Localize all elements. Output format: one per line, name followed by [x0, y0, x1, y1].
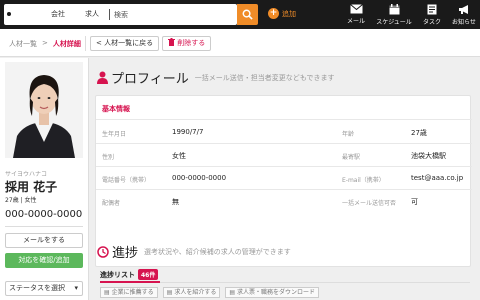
- nav-label: お知らせ: [452, 18, 476, 26]
- field-label: 年齢: [342, 131, 355, 138]
- add-label: 追加: [282, 9, 296, 18]
- tab-label: 進捗リスト: [100, 270, 135, 279]
- name-kana: サイヨウハナコ: [5, 171, 48, 178]
- task-icon: [427, 4, 437, 14]
- phone-number: 000-0000-0000: [5, 209, 83, 220]
- send-mail-button[interactable]: メールをする: [5, 233, 83, 248]
- progress-list-tab[interactable]: 進捗リスト 46件: [100, 269, 159, 280]
- candidate-summary: サイヨウハナコ 採用 花子 27歳 | 女性 000-0000-0000 メール…: [0, 58, 89, 300]
- divider: [5, 226, 83, 227]
- trash-icon: [168, 38, 175, 46]
- field-value: 女性: [172, 152, 186, 160]
- field-value: test@aaa.co.jp: [411, 174, 464, 182]
- field-label: 電話番号（携帯）: [102, 177, 151, 184]
- section-subtitle: 選考状況や、紹介候補の求人の管理ができます: [144, 247, 291, 256]
- divider: [85, 36, 86, 51]
- top-nav: メール スケジュール タスク お知らせ: [340, 0, 480, 29]
- filter-kyujin[interactable]: 求人: [72, 9, 99, 19]
- divider: [96, 143, 472, 144]
- confirm-add-button[interactable]: 対応を確認/追加: [5, 253, 83, 268]
- add-button[interactable]: + 追加: [268, 8, 296, 19]
- field-value: 池袋大橋駅: [411, 152, 446, 160]
- back-to-list-button[interactable]: < 人材一覧に戻る: [90, 36, 160, 51]
- main-content: プロフィール 一括メール送信・担当者変更などもできます 基本情報 生年月日 19…: [89, 58, 480, 300]
- field-value: 000-0000-0000: [172, 174, 227, 182]
- nav-label: メール: [346, 18, 365, 25]
- megaphone-icon: [459, 4, 468, 14]
- nav-task[interactable]: タスク: [416, 0, 448, 29]
- radio-icon: [4, 9, 14, 19]
- document-icon: ▤: [166, 289, 173, 296]
- radio-icon: [38, 9, 48, 19]
- action-label: 企業に推薦する: [111, 289, 154, 296]
- field-label: 最寄駅: [342, 154, 361, 161]
- action-label: 求人を紹介する: [174, 289, 217, 296]
- mail-icon: [349, 4, 363, 14]
- portrait-image: [5, 62, 83, 158]
- section-subtitle: 一括メール送信・担当者変更などもできます: [194, 73, 335, 82]
- breadcrumb-current: 人材詳細: [52, 40, 81, 48]
- filter-label: 求人: [85, 10, 99, 18]
- person-icon: [97, 71, 108, 84]
- recommend-button[interactable]: ▤ 企業に推薦する: [100, 287, 158, 298]
- breadcrumb: 人材一覧 > 人材詳細: [9, 39, 81, 49]
- candidate-name: 採用 花子: [5, 180, 58, 194]
- divider: [96, 119, 472, 120]
- breadcrumb-separator: >: [42, 39, 48, 47]
- field-label: E-mail（携帯）: [342, 177, 385, 184]
- calendar-icon: [389, 3, 399, 14]
- sub-header: 人材一覧 > 人材詳細 < 人材一覧に戻る 削除する: [0, 29, 480, 57]
- delete-label: 削除する: [177, 39, 206, 47]
- field-label: 生年月日: [102, 131, 127, 138]
- candidate-photo: [5, 62, 83, 158]
- filter-jinzai[interactable]: 人材: [4, 9, 31, 19]
- breadcrumb-list[interactable]: 人材一覧: [9, 39, 37, 49]
- nav-mail[interactable]: メール: [340, 0, 372, 29]
- action-row: ▤ 企業に推薦する ▤ 求人を紹介する ▤ 求人票・職務をダウンロード: [100, 287, 320, 298]
- action-label: 求人票・職務をダウンロード: [237, 289, 316, 296]
- radio-icon: [72, 9, 82, 19]
- filter-kaisha[interactable]: 会社: [38, 9, 65, 19]
- field-value: 可: [411, 198, 418, 206]
- chevron-down-icon: ▾: [74, 284, 78, 292]
- download-icon: ▤: [229, 289, 236, 296]
- introduce-job-button[interactable]: ▤ 求人を紹介する: [162, 287, 221, 298]
- top-bar: 人材 会社 求人 + 追加 メール スケジュール タスク お知らせ: [0, 0, 480, 29]
- download-button[interactable]: ▤ 求人票・職務をダウンロード: [225, 287, 320, 298]
- status-select[interactable]: ステータスを選択 ▾: [5, 281, 83, 296]
- section-title: 進捗: [112, 246, 139, 261]
- section-title: プロフィール: [111, 72, 189, 87]
- field-value: 無: [172, 198, 179, 206]
- delete-button[interactable]: 削除する: [162, 36, 212, 51]
- field-label: 一括メール送信可否: [342, 200, 397, 207]
- nav-news[interactable]: お知らせ: [448, 0, 480, 29]
- document-icon: ▤: [104, 289, 110, 296]
- search-divider: [109, 9, 110, 20]
- search-icon: [242, 9, 253, 20]
- divider: [96, 189, 472, 190]
- progress-section-header: 進捗 選考状況や、紹介候補の求人の管理ができます: [97, 242, 291, 261]
- progress-section: 進捗 選考状況や、紹介候補の求人の管理ができます 進捗リスト 46件 ▤ 企業に推…: [89, 242, 480, 300]
- field-value: 27歳: [411, 129, 427, 137]
- clock-icon: [97, 245, 109, 258]
- plus-icon: +: [268, 8, 279, 19]
- filter-label: 人材: [17, 10, 31, 18]
- card-title: 基本情報: [102, 105, 130, 113]
- filter-label: 会社: [51, 10, 65, 18]
- nav-schedule[interactable]: スケジュール: [372, 0, 416, 29]
- count-badge: 46件: [138, 269, 159, 280]
- search-input[interactable]: [114, 7, 234, 22]
- field-label: 性別: [102, 154, 115, 161]
- field-value: 1990/7/7: [172, 128, 204, 136]
- nav-label: スケジュール: [376, 18, 412, 26]
- tab-underline: [100, 281, 470, 283]
- age-sex: 27歳 | 女性: [5, 197, 37, 204]
- divider: [96, 166, 472, 167]
- profile-section-header: プロフィール 一括メール送信・担当者変更などもできます: [97, 68, 334, 87]
- search-type-filters: 人材 会社 求人: [4, 9, 99, 19]
- status-select-label: ステータスを選択: [9, 284, 65, 292]
- field-label: 配偶者: [102, 200, 121, 207]
- nav-label: タスク: [422, 18, 441, 26]
- search-button[interactable]: [237, 4, 258, 25]
